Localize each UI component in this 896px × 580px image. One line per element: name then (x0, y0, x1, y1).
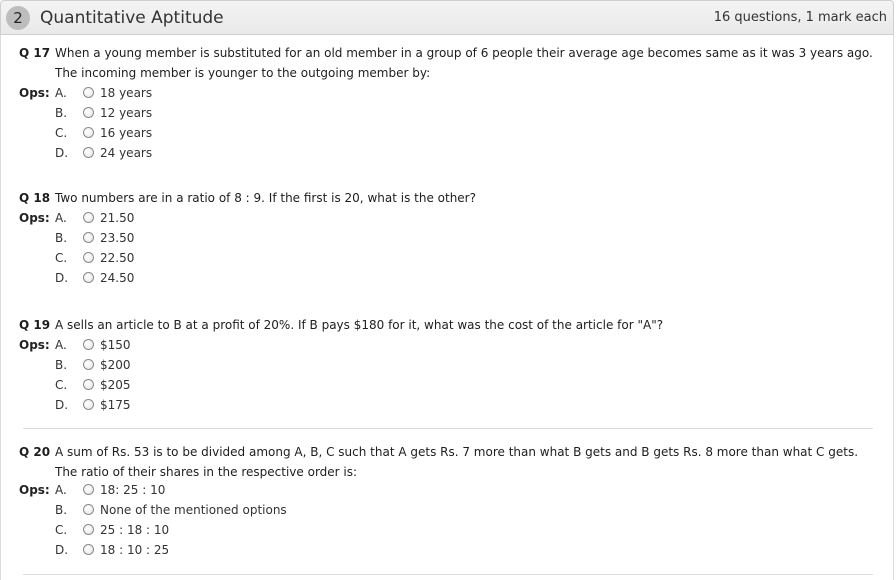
question-number: Q 18 (19, 191, 51, 205)
radio-button[interactable] (83, 87, 94, 98)
option-letter: A. (55, 338, 67, 352)
radio-button[interactable] (83, 232, 94, 243)
option-text[interactable]: 21.50 (100, 208, 134, 228)
option-letter: C. (55, 126, 68, 140)
option-d[interactable]: D. 18 : 10 : 25 (19, 540, 879, 560)
option-text[interactable]: 18 years (100, 83, 152, 103)
option-text[interactable]: $175 (100, 395, 131, 415)
option-letter: B. (55, 503, 68, 517)
option-a[interactable]: Ops: A. $150 (19, 335, 879, 355)
option-letter: D. (55, 146, 69, 160)
option-b[interactable]: B. 12 years (19, 103, 879, 123)
option-text[interactable]: $150 (100, 335, 131, 355)
question-divider (23, 428, 873, 429)
option-letter: C. (55, 251, 68, 265)
option-text[interactable]: 24 years (100, 143, 152, 163)
options-label: Ops: (19, 211, 50, 225)
option-c[interactable]: C. 16 years (19, 123, 879, 143)
question-17: Q 17 When a young member is substituted … (19, 43, 879, 163)
option-letter: B. (55, 106, 68, 120)
option-text[interactable]: 24.50 (100, 268, 134, 288)
option-d[interactable]: D. $175 (19, 395, 879, 415)
radio-button[interactable] (83, 524, 94, 535)
option-b[interactable]: B. $200 (19, 355, 879, 375)
radio-button[interactable] (83, 484, 94, 495)
option-text[interactable]: $200 (100, 355, 131, 375)
question-19: Q 19 A sells an article to B at a profit… (19, 315, 879, 415)
question-20: Q 20 A sum of Rs. 53 is to be divided am… (19, 442, 879, 560)
radio-button[interactable] (83, 212, 94, 223)
radio-button[interactable] (83, 339, 94, 350)
option-text[interactable]: 23.50 (100, 228, 134, 248)
option-c[interactable]: C. 25 : 18 : 10 (19, 520, 879, 540)
option-letter: C. (55, 378, 68, 392)
option-a[interactable]: Ops: A. 21.50 (19, 208, 879, 228)
section-title: Quantitative Aptitude (40, 8, 224, 28)
option-text[interactable]: 12 years (100, 103, 152, 123)
option-a[interactable]: Ops: A. 18: 25 : 10 (19, 480, 879, 500)
option-a[interactable]: Ops: A. 18 years (19, 83, 879, 103)
question-paper-page: 2 Quantitative Aptitude 16 questions, 1 … (0, 0, 896, 580)
options-label: Ops: (19, 338, 50, 352)
option-c[interactable]: C. 22.50 (19, 248, 879, 268)
option-c[interactable]: C. $205 (19, 375, 879, 395)
option-text[interactable]: 18 : 10 : 25 (100, 540, 169, 560)
radio-button[interactable] (83, 127, 94, 138)
option-letter: A. (55, 483, 67, 497)
radio-button[interactable] (83, 399, 94, 410)
option-letter: B. (55, 358, 68, 372)
option-letter: A. (55, 211, 67, 225)
option-text[interactable]: 25 : 18 : 10 (100, 520, 169, 540)
question-text: A sum of Rs. 53 is to be divided among A… (55, 445, 859, 479)
radio-button[interactable] (83, 252, 94, 263)
question-divider (23, 574, 873, 575)
radio-button[interactable] (83, 544, 94, 555)
radio-button[interactable] (83, 107, 94, 118)
option-text[interactable]: 22.50 (100, 248, 134, 268)
option-letter: C. (55, 523, 68, 537)
section-header: 2 Quantitative Aptitude 16 questions, 1 … (0, 0, 894, 35)
option-letter: D. (55, 271, 69, 285)
option-b[interactable]: B. 23.50 (19, 228, 879, 248)
question-list: Q 17 When a young member is substituted … (0, 35, 894, 580)
question-number: Q 19 (19, 318, 51, 332)
question-18: Q 18 Two numbers are in a ratio of 8 : 9… (19, 188, 879, 288)
question-number: Q 20 (19, 445, 51, 459)
option-text[interactable]: 18: 25 : 10 (100, 480, 165, 500)
option-b[interactable]: B. None of the mentioned options (19, 500, 879, 520)
radio-button[interactable] (83, 147, 94, 158)
question-text: Two numbers are in a ratio of 8 : 9. If … (55, 191, 476, 205)
option-letter: D. (55, 398, 69, 412)
question-text: A sells an article to B at a profit of 2… (55, 318, 664, 332)
question-number: Q 17 (19, 46, 51, 60)
option-d[interactable]: D. 24 years (19, 143, 879, 163)
question-text: When a young member is substituted for a… (55, 46, 873, 80)
option-letter: D. (55, 543, 69, 557)
section-number-badge: 2 (6, 6, 30, 30)
radio-button[interactable] (83, 504, 94, 515)
option-text[interactable]: $205 (100, 375, 131, 395)
option-text[interactable]: None of the mentioned options (100, 500, 287, 520)
option-letter: B. (55, 231, 68, 245)
radio-button[interactable] (83, 359, 94, 370)
option-text[interactable]: 16 years (100, 123, 152, 143)
radio-button[interactable] (83, 379, 94, 390)
options-label: Ops: (19, 483, 50, 497)
option-letter: A. (55, 86, 67, 100)
section-question-count: 16 questions, 1 mark each (713, 10, 887, 25)
options-label: Ops: (19, 86, 50, 100)
radio-button[interactable] (83, 272, 94, 283)
option-d[interactable]: D. 24.50 (19, 268, 879, 288)
